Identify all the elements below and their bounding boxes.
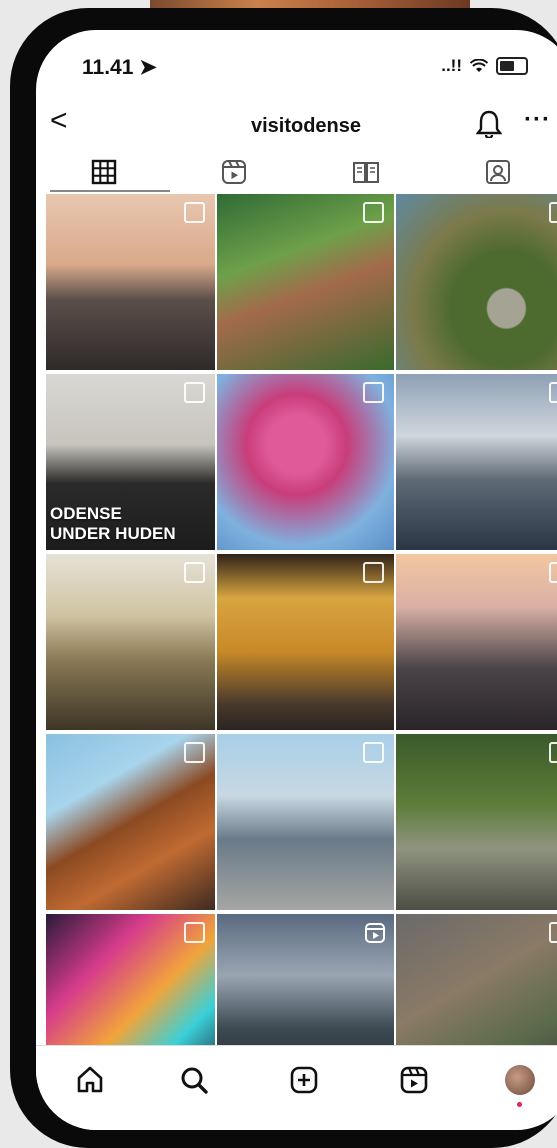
status-time: 11.41 ➤ (82, 56, 157, 79)
more-options-icon[interactable]: ··· (524, 106, 551, 134)
phone-frame: 11.41 ➤ ..!! < visitodense ··· ODENSE UN… (10, 8, 557, 1148)
post-thumbnail[interactable]: ODENSE UNDER HUDEN (46, 374, 215, 550)
posts-grid: ODENSE UNDER HUDENLOCAL (46, 194, 557, 1090)
post-thumbnail[interactable] (217, 554, 394, 730)
multiple-images-icon (184, 922, 205, 943)
multiple-images-icon (363, 562, 384, 583)
multiple-images-icon (363, 742, 384, 763)
profile-tabs (36, 150, 557, 194)
status-bar: 11.41 ➤ ..!! (36, 30, 557, 90)
bottom-nav (36, 1045, 557, 1130)
volume-up-button (12, 232, 34, 326)
multiple-images-icon (184, 202, 205, 223)
multiple-images-icon (549, 922, 557, 943)
signal-icon: ..!! (441, 56, 462, 75)
multiple-images-icon (184, 742, 205, 763)
reel-indicator-icon (364, 922, 386, 949)
active-tab-indicator (50, 190, 170, 192)
grid-tab-icon[interactable] (84, 156, 124, 188)
profile-header: < visitodense ··· (36, 100, 557, 150)
post-thumbnail[interactable] (217, 734, 394, 910)
multiple-images-icon (363, 382, 384, 403)
tagged-tab-icon[interactable] (478, 156, 518, 188)
post-overlay-text: ODENSE UNDER HUDEN (50, 504, 176, 543)
screen: 11.41 ➤ ..!! < visitodense ··· ODENSE UN… (36, 30, 557, 1130)
multiple-images-icon (184, 562, 205, 583)
wifi-icon (470, 59, 488, 72)
multiple-images-icon (549, 742, 557, 763)
post-thumbnail[interactable] (396, 554, 557, 730)
location-arrow-icon: ➤ (139, 56, 157, 79)
multiple-images-icon (184, 382, 205, 403)
action-button (12, 142, 34, 190)
post-thumbnail[interactable] (217, 374, 394, 550)
notification-dot (517, 1102, 522, 1107)
multiple-images-icon (549, 202, 557, 223)
notifications-bell-icon[interactable] (475, 110, 503, 143)
multiple-images-icon (549, 562, 557, 583)
post-thumbnail[interactable] (46, 734, 215, 910)
search-icon[interactable] (176, 1062, 212, 1098)
create-post-icon[interactable] (286, 1062, 322, 1098)
guides-tab-icon[interactable] (346, 156, 386, 188)
reels-tab-icon[interactable] (214, 156, 254, 188)
post-thumbnail[interactable] (46, 194, 215, 370)
post-thumbnail[interactable] (46, 554, 215, 730)
multiple-images-icon (549, 382, 557, 403)
home-icon[interactable] (72, 1062, 108, 1098)
profile-avatar[interactable] (502, 1062, 538, 1107)
post-thumbnail[interactable] (396, 374, 557, 550)
volume-down-button (12, 348, 34, 442)
status-icons: ..!! (441, 56, 528, 76)
post-thumbnail[interactable] (396, 734, 557, 910)
multiple-images-icon (363, 202, 384, 223)
post-thumbnail[interactable] (217, 194, 394, 370)
reels-icon[interactable] (396, 1062, 432, 1098)
post-thumbnail[interactable] (396, 194, 557, 370)
battery-icon (496, 57, 528, 75)
